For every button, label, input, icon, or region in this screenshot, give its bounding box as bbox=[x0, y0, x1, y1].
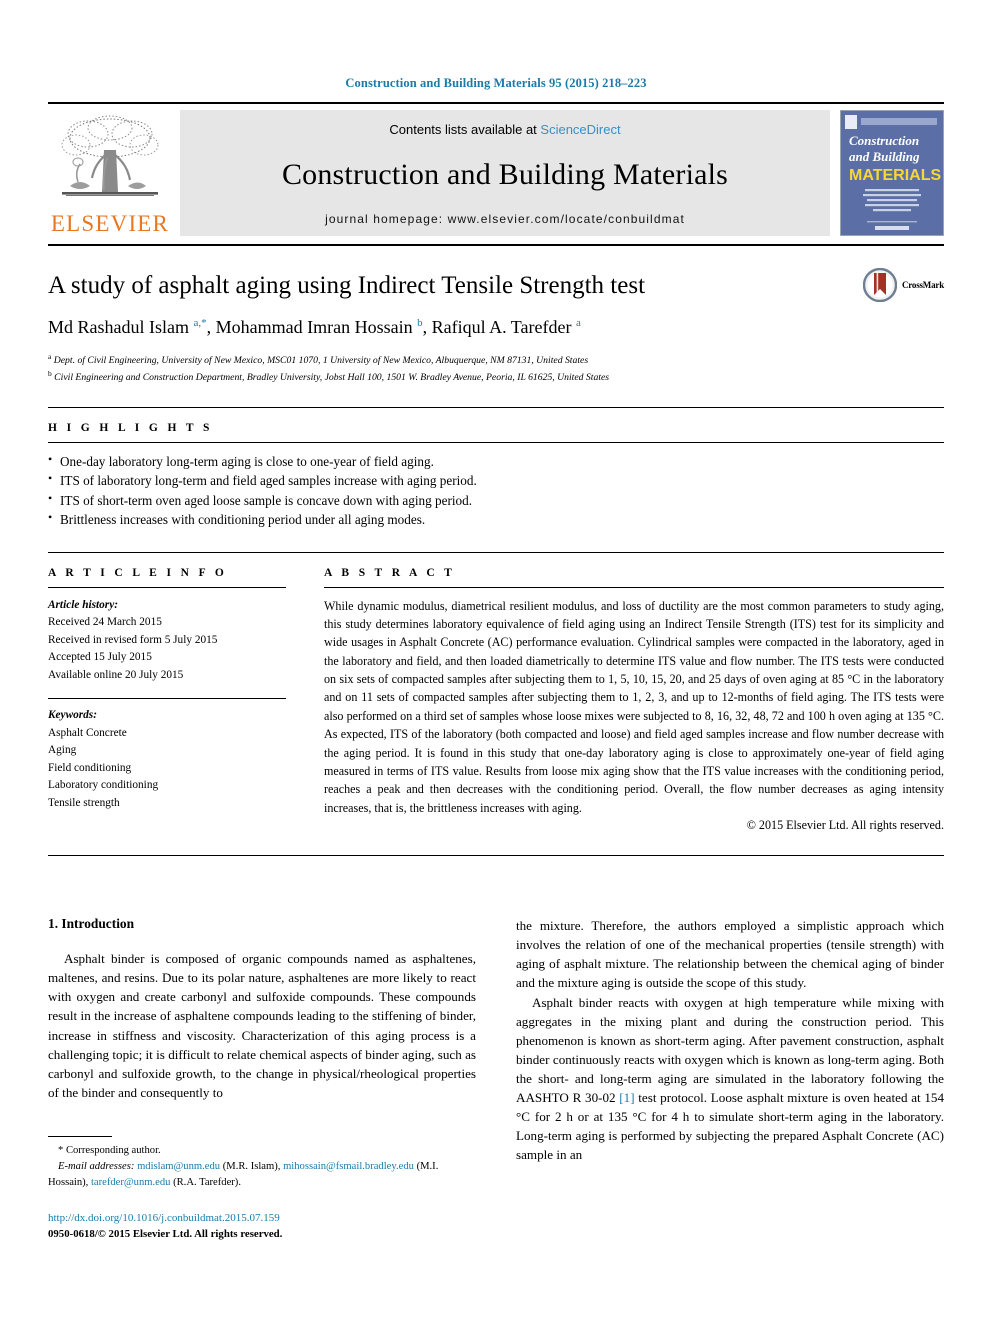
article-info-heading: A R T I C L E I N F O bbox=[48, 566, 228, 579]
citation-ref-1[interactable]: [1] bbox=[619, 1090, 634, 1105]
affiliation-b: b Civil Engineering and Construction Dep… bbox=[48, 368, 610, 383]
crossmark-label: CrossMark bbox=[901, 280, 944, 290]
doi-link[interactable]: http://dx.doi.org/10.1016/j.conbuildmat.… bbox=[48, 1211, 476, 1227]
intro-paragraph-right-1: the mixture. Therefore, the authors empl… bbox=[516, 918, 944, 991]
issn-copyright-line: 0950-0618/© 2015 Elsevier Ltd. All right… bbox=[48, 1227, 283, 1240]
keywords-label: Keywords: bbox=[48, 709, 97, 722]
article-history-block: Article history: Received 24 March 2015 … bbox=[48, 597, 286, 685]
body-column-left: 1. Introduction Asphalt binder is compos… bbox=[48, 916, 476, 1242]
keyword-item: Tensile strength bbox=[48, 796, 120, 809]
keywords-block: Keywords: Asphalt Concrete Aging Field c… bbox=[48, 707, 286, 812]
journal-cover-thumbnail: Construction and Building MATERIALS bbox=[840, 110, 944, 236]
affiliation-a-text: Dept. of Civil Engineering, University o… bbox=[53, 355, 589, 367]
svg-text:Construction: Construction bbox=[849, 133, 919, 148]
history-item: Received in revised form 5 July 2015 bbox=[48, 633, 218, 646]
highlights-list: One-day laboratory long-term aging is cl… bbox=[48, 451, 944, 530]
elsevier-tree-icon bbox=[61, 115, 159, 196]
highlights-section: H I G H L I G H T S One-day laboratory l… bbox=[48, 406, 944, 530]
homepage-url[interactable]: www.elsevier.com/locate/conbuildmat bbox=[448, 212, 685, 226]
list-item: ITS of laboratory long-term and field ag… bbox=[48, 470, 944, 490]
abstract-column: A B S T R A C T While dynamic modulus, d… bbox=[324, 567, 944, 834]
affiliation-b-text: Civil Engineering and Construction Depar… bbox=[54, 371, 610, 383]
list-item: One-day laboratory long-term aging is cl… bbox=[48, 451, 944, 471]
email-addresses-note: E-mail addresses: mdislam@unm.edu (M.R. … bbox=[48, 1159, 476, 1191]
body-column-right: the mixture. Therefore, the authors empl… bbox=[516, 916, 944, 1242]
intro-paragraph-left: Asphalt binder is composed of organic co… bbox=[48, 951, 476, 1100]
author-list: Md Rashadul Islam a,*, Mohammad Imran Ho… bbox=[48, 316, 581, 337]
list-item: Brittleness increases with conditioning … bbox=[48, 509, 944, 529]
article-page: Construction and Building Materials 95 (… bbox=[0, 0, 992, 1323]
homepage-prefix: journal homepage: bbox=[325, 212, 448, 226]
keyword-item: Asphalt Concrete bbox=[48, 726, 127, 739]
corresponding-author-note: * Corresponding author. bbox=[58, 1144, 161, 1156]
section-heading-introduction: 1. Introduction bbox=[48, 916, 135, 932]
abstract-copyright: © 2015 Elsevier Ltd. All rights reserved… bbox=[746, 818, 944, 833]
abstract-text: While dynamic modulus, diametrical resil… bbox=[324, 598, 944, 815]
keyword-item: Field conditioning bbox=[48, 761, 132, 774]
email-link-1[interactable]: mdislam@unm.edu bbox=[137, 1161, 220, 1172]
elsevier-wordmark: ELSEVIER bbox=[50, 211, 170, 236]
highlights-heading: H I G H L I G H T S bbox=[48, 421, 213, 434]
svg-text:and Building: and Building bbox=[849, 149, 920, 164]
email-owner-3: (R.A. Tarefder). bbox=[170, 1176, 241, 1188]
contents-prefix: Contents lists available at bbox=[389, 122, 541, 137]
page-title: A study of asphalt aging using Indirect … bbox=[48, 272, 646, 299]
doi-block: http://dx.doi.org/10.1016/j.conbuildmat.… bbox=[48, 1211, 476, 1243]
abstract-divider bbox=[324, 586, 944, 588]
abstract-heading: A B S T R A C T bbox=[324, 566, 456, 579]
article-history-label: Article history: bbox=[48, 598, 118, 611]
journal-banner: Contents lists available at ScienceDirec… bbox=[180, 110, 830, 236]
cover-art: Construction and Building MATERIALS bbox=[841, 111, 943, 235]
contents-available-line: Contents lists available at ScienceDirec… bbox=[389, 122, 620, 137]
info-abstract-section: A R T I C L E I N F O Article history: R… bbox=[48, 551, 944, 834]
body-top-divider bbox=[48, 855, 944, 857]
body-columns: 1. Introduction Asphalt binder is compos… bbox=[48, 916, 944, 1242]
history-item: Accepted 15 July 2015 bbox=[48, 651, 152, 664]
article-info-divider bbox=[48, 586, 286, 588]
running-head: Construction and Building Materials 95 (… bbox=[345, 76, 647, 90]
title-block: CrossMark A study of asphalt aging using… bbox=[48, 244, 944, 385]
email-link-3[interactable]: tarefder@unm.edu bbox=[91, 1177, 170, 1188]
svg-text:MATERIALS: MATERIALS bbox=[849, 167, 941, 184]
journal-title: Construction and Building Materials bbox=[281, 157, 729, 191]
elsevier-logo: ELSEVIER bbox=[48, 110, 172, 236]
history-item: Received 24 March 2015 bbox=[48, 616, 162, 629]
article-info-column: A R T I C L E I N F O Article history: R… bbox=[48, 567, 286, 834]
email-owner-1: (M.R. Islam), bbox=[220, 1160, 284, 1172]
footnote-rule bbox=[48, 1135, 112, 1137]
history-item: Available online 20 July 2015 bbox=[48, 668, 184, 681]
sciencedirect-link[interactable]: ScienceDirect bbox=[540, 122, 620, 137]
crossmark-badge[interactable]: CrossMark bbox=[862, 268, 944, 302]
intro-p2-part-a: Asphalt binder reacts with oxygen at hig… bbox=[516, 994, 944, 1106]
affiliation-a: a Dept. of Civil Engineering, University… bbox=[48, 352, 589, 367]
footnote-block: * Corresponding author. E-mail addresses… bbox=[48, 1135, 476, 1243]
list-item: ITS of short-term oven aged loose sample… bbox=[48, 490, 944, 510]
highlights-divider bbox=[48, 441, 944, 443]
keyword-item: Laboratory conditioning bbox=[48, 779, 159, 792]
email-label: E-mail addresses: bbox=[58, 1160, 135, 1172]
journal-homepage-line: journal homepage: www.elsevier.com/locat… bbox=[325, 212, 685, 226]
email-link-2[interactable]: mihossain@fsmail.bradley.edu bbox=[283, 1161, 414, 1172]
keywords-divider bbox=[48, 698, 286, 700]
keyword-item: Aging bbox=[48, 744, 77, 757]
crossmark-icon bbox=[862, 268, 897, 302]
journal-masthead: ELSEVIER Contents lists available at Sci… bbox=[48, 102, 944, 236]
intro-paragraph-right-2: Asphalt binder reacts with oxygen at hig… bbox=[516, 993, 944, 1165]
